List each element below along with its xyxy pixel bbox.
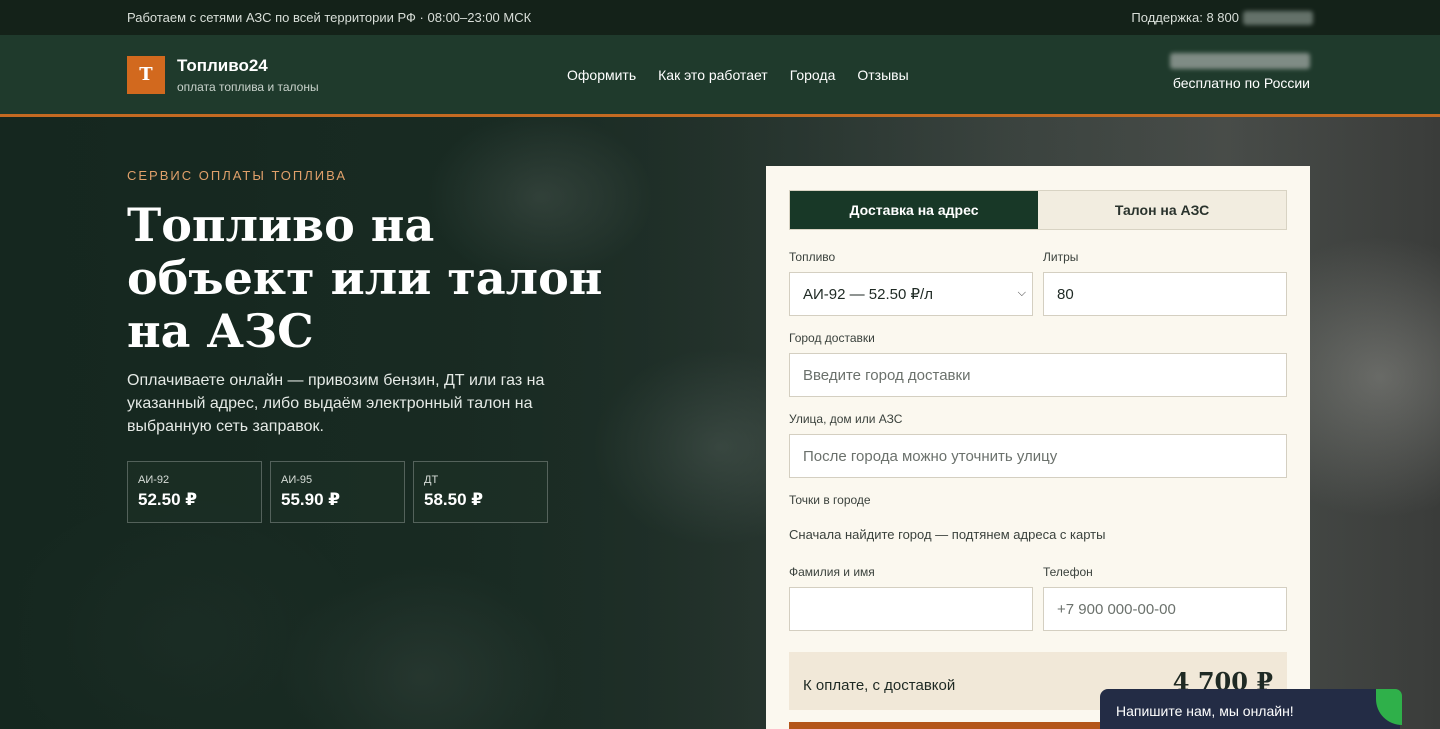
blurred-phone: [1170, 53, 1310, 69]
name-label: Фамилия и имя: [789, 565, 875, 579]
street-input[interactable]: После города можно уточнить улицу: [789, 434, 1287, 478]
working-hours: Работаем с сетями АЗС по всей территории…: [127, 10, 532, 25]
price-label: АИ-92: [138, 474, 170, 486]
chat-status-icon: [1376, 689, 1402, 725]
brand[interactable]: Топливо24 оплата топлива и талоны: [177, 56, 319, 94]
nav-reviews[interactable]: Отзывы: [857, 67, 908, 83]
free-call-label: бесплатно по России: [1172, 75, 1310, 91]
delivery-tabs: Доставка на адрес Талон на АЗС: [789, 190, 1287, 230]
price-list: АИ-92 52.50 ₽ АИ-95 55.90 ₽ ДТ 58.50 ₽: [127, 461, 548, 523]
hero-title: Топливо на объект или талон на АЗС: [127, 198, 603, 358]
brand-name: Топливо24: [177, 55, 268, 75]
nav-cities[interactable]: Города: [790, 67, 836, 83]
hero-description: Оплачиваете онлайн — привозим бензин, ДТ…: [127, 372, 545, 435]
top-bar: Работаем с сетями АЗС по всей территории…: [0, 0, 1440, 35]
tab-delivery[interactable]: Доставка на адрес: [790, 191, 1038, 229]
price-label: АИ-95: [281, 474, 313, 486]
total-label: К оплате, с доставкой: [803, 676, 956, 694]
price-value: 55.90 ₽: [281, 490, 341, 509]
points-label: Точки в городе: [789, 493, 871, 507]
blurred-phone: [1243, 10, 1313, 25]
main-nav: Оформить Как это работает Города Отзывы: [567, 35, 909, 114]
points-hint: Сначала найдите город — подтянем адреса …: [789, 527, 1106, 542]
chat-label: Напишите нам, мы онлайн!: [1116, 703, 1294, 719]
fuel-label: Топливо: [789, 250, 836, 264]
name-input[interactable]: [789, 587, 1033, 631]
phone-label: Телефон: [1043, 565, 1093, 579]
price-card-ai92: АИ-92 52.50 ₽: [127, 461, 262, 523]
liters-label: Литры: [1043, 250, 1079, 264]
price-value: 52.50 ₽: [138, 490, 198, 509]
hero-kicker: СЕРВИС ОПЛАТЫ ТОПЛИВА: [127, 168, 348, 183]
price-value: 58.50 ₽: [424, 490, 484, 509]
city-label: Город доставки: [789, 331, 875, 345]
nav-how-it-works[interactable]: Как это работает: [658, 67, 768, 83]
logo[interactable]: Т: [127, 55, 165, 94]
header-phone[interactable]: бесплатно по России: [1170, 53, 1310, 91]
phone-input[interactable]: +7 900 000-00-00: [1043, 587, 1287, 631]
nav-order[interactable]: Оформить: [567, 67, 636, 83]
street-label: Улица, дом или АЗС: [789, 412, 903, 426]
price-label: ДТ: [424, 474, 439, 486]
liters-input[interactable]: 80: [1043, 272, 1287, 316]
brand-tagline: оплата топлива и талоны: [177, 79, 319, 94]
chat-widget[interactable]: Напишите нам, мы онлайн!: [1100, 689, 1402, 729]
fuel-select[interactable]: АИ-92 — 52.50 ₽/л ⌵: [789, 272, 1033, 316]
support-phone[interactable]: Поддержка: 8 800: [1131, 10, 1313, 25]
tab-coupon[interactable]: Талон на АЗС: [1038, 191, 1286, 229]
price-card-ai95: АИ-95 55.90 ₽: [270, 461, 405, 523]
order-form: Доставка на адрес Талон на АЗС Топливо А…: [766, 166, 1310, 729]
site-header: Т Топливо24 оплата топлива и талоны Офор…: [0, 35, 1440, 117]
city-input[interactable]: Введите город доставки: [789, 353, 1287, 397]
chevron-down-icon: ⌵: [1017, 287, 1026, 299]
price-card-dt: ДТ 58.50 ₽: [413, 461, 548, 523]
